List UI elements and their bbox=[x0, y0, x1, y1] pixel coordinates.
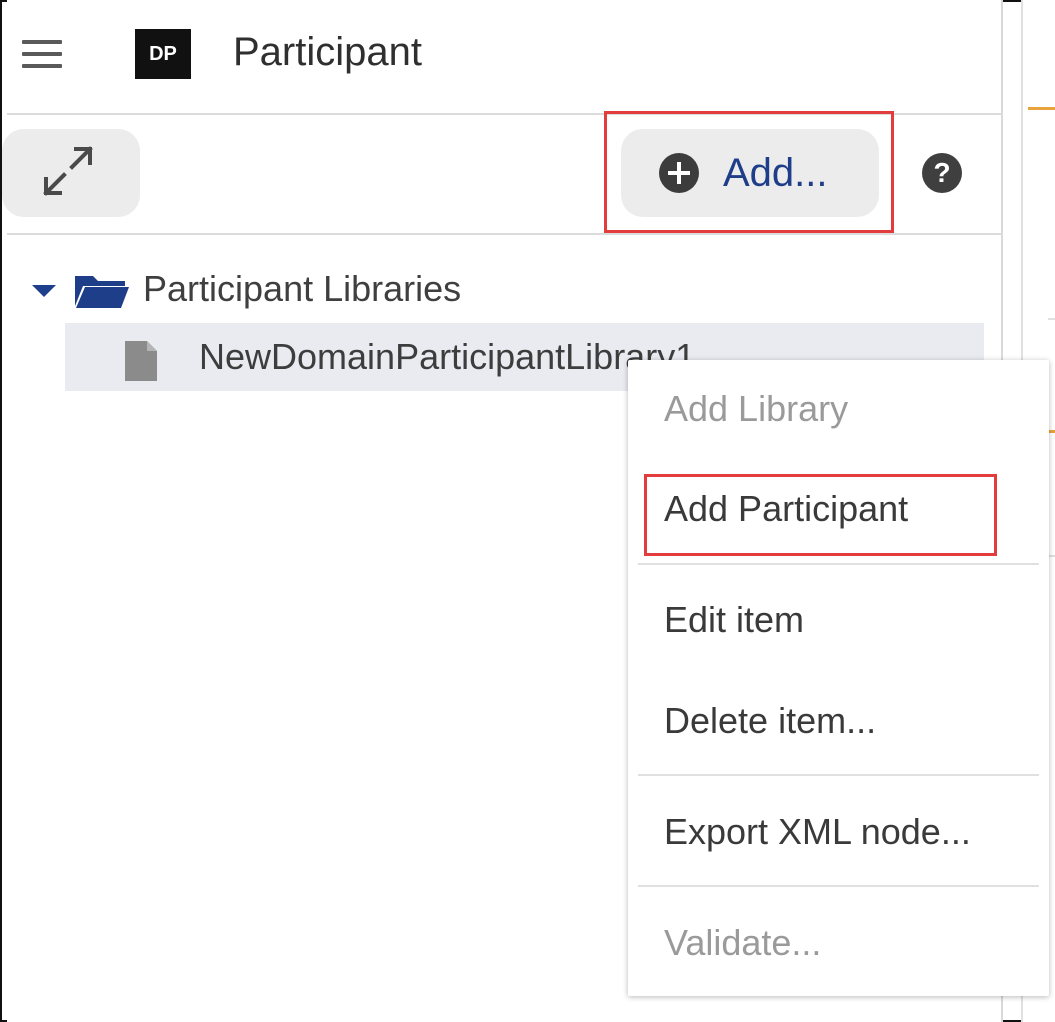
divider-tick bbox=[1048, 318, 1055, 320]
menu-item-add-library[interactable]: Add Library bbox=[628, 368, 1049, 450]
help-icon[interactable]: ? bbox=[922, 153, 962, 193]
folder-open-icon bbox=[75, 276, 129, 308]
menu-item-label: Export XML node... bbox=[664, 811, 971, 852]
menu-separator bbox=[638, 563, 1039, 565]
menu-separator bbox=[638, 885, 1039, 887]
menu-item-label: Edit item bbox=[664, 599, 805, 640]
menu-item-validate[interactable]: Validate... bbox=[628, 902, 1049, 984]
page-title: Participant bbox=[233, 30, 422, 74]
toolbar: Add... ? bbox=[2, 111, 1003, 235]
tree-node-label: NewDomainParticipantLibrary1 bbox=[199, 336, 696, 377]
app-logo: DP bbox=[135, 29, 191, 79]
menu-item-label: Delete item... bbox=[664, 700, 877, 741]
menu-item-delete-item[interactable]: Delete item... bbox=[628, 680, 1049, 762]
tree-node-participant-libraries[interactable]: Participant Libraries bbox=[27, 265, 627, 313]
tree-node-label: Participant Libraries bbox=[143, 268, 462, 309]
highlight-box bbox=[604, 111, 894, 233]
divider-tick bbox=[1048, 555, 1055, 557]
expand-button[interactable] bbox=[2, 129, 140, 217]
panel-header: DP Participant bbox=[7, 0, 1003, 115]
menu-separator bbox=[638, 774, 1039, 776]
accent-line bbox=[1028, 107, 1055, 110]
menu-item-label: Validate... bbox=[664, 922, 822, 963]
highlight-box bbox=[644, 474, 997, 556]
file-icon bbox=[125, 341, 157, 381]
menu-item-edit-item[interactable]: Edit item bbox=[628, 579, 1049, 661]
menu-item-label: Add Library bbox=[664, 388, 849, 429]
expand-icon bbox=[43, 146, 93, 196]
menu-item-export-xml-node[interactable]: Export XML node... bbox=[628, 791, 1049, 873]
caret-down-icon[interactable] bbox=[32, 285, 56, 297]
menu-icon[interactable] bbox=[22, 39, 66, 69]
context-menu: Add Library Add Participant Edit item De… bbox=[628, 360, 1049, 996]
